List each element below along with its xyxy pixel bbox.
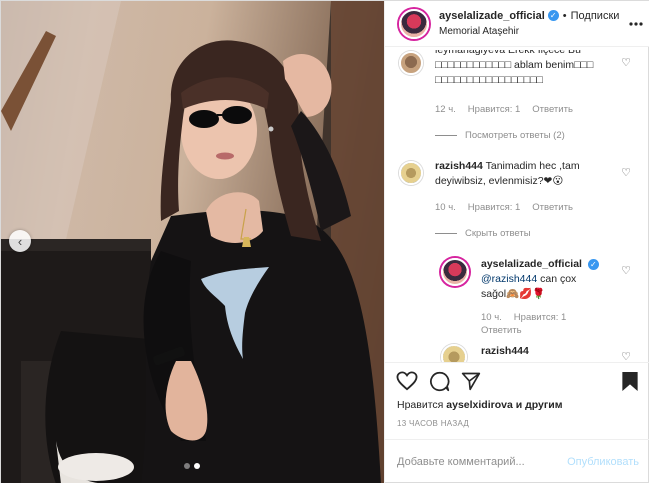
post-photo[interactable]: ‹ <box>1 1 384 483</box>
following-button[interactable]: Подписки <box>571 9 620 23</box>
separator-dot: • <box>562 9 567 22</box>
reply-avatar[interactable] <box>441 344 467 362</box>
verified-badge-icon: ✓ <box>587 259 599 270</box>
share-button[interactable] <box>461 371 481 396</box>
toggle-line <box>435 233 457 234</box>
reply-likes[interactable]: Нравится: 1 <box>514 312 566 323</box>
comment-avatar[interactable] <box>399 51 423 75</box>
comment-line: deyiwibsiz, evlenmisiz?❤😮 <box>435 175 564 187</box>
likes-user-link[interactable]: ayselxidirova <box>446 399 513 411</box>
comment-likes[interactable]: Нравится: 1 <box>468 104 520 115</box>
save-button[interactable] <box>621 371 639 397</box>
comment-button[interactable] <box>429 371 450 397</box>
comment-line: □□□□□□□□□□□□□□□□□ <box>435 74 543 86</box>
reply-username[interactable]: ayselalizade_official <box>481 258 582 270</box>
like-button[interactable] <box>396 371 418 396</box>
view-replies-label: Посмотреть ответы (2) <box>465 130 565 141</box>
reply-text: ayselalizade_official ✓ @razish444 can ç… <box>481 257 621 302</box>
likes-others-link[interactable]: и другим <box>516 399 563 411</box>
comment-icon <box>430 371 450 392</box>
comment-meta: 12 ч. Нравится: 1 Ответить <box>435 104 573 115</box>
comment-text: leymanaglyeva Erekk Ilçece Bu □□□□□□□□□□… <box>435 50 635 92</box>
more-options-button[interactable] <box>629 13 643 29</box>
share-icon <box>461 372 481 391</box>
reply-meta: 10 ч. Нравится: 1 Ответить <box>481 312 611 336</box>
post-side-panel: ayselalizade_official ✓ • Подписки Memor… <box>384 1 649 483</box>
reply-button[interactable]: Ответить <box>481 325 522 336</box>
comment-avatar[interactable] <box>399 161 423 185</box>
comment-like-icon[interactable]: ♡ <box>621 166 631 179</box>
avatar[interactable] <box>399 8 429 39</box>
header-text: ayselalizade_official ✓ • Подписки Memor… <box>439 9 619 39</box>
hide-replies-label: Скрыть ответы <box>465 228 531 239</box>
comment-reply-button[interactable]: Ответить <box>532 202 573 213</box>
reply-time[interactable]: 10 ч. <box>481 312 502 323</box>
comment-body: Tanimadim hec ,tam <box>485 160 580 172</box>
comment-line: □□□□□□□□□□□□ ablam benim□□□ <box>435 59 594 71</box>
header-user-line: ayselalizade_official ✓ • Подписки <box>439 9 619 23</box>
comment-likes[interactable]: Нравится: 1 <box>468 202 520 213</box>
reply-avatar[interactable] <box>441 258 469 286</box>
photo-illustration <box>1 1 384 483</box>
view-replies-toggle[interactable]: Посмотреть ответы (2) <box>435 130 565 141</box>
publish-button[interactable]: Опубликовать <box>567 456 639 468</box>
reply-text: razish444 <box>481 344 529 359</box>
likes-prefix: Нравится <box>397 399 444 411</box>
add-comment-bar: Опубликовать <box>385 439 649 483</box>
reply-like-icon[interactable]: ♡ <box>621 264 631 277</box>
verified-badge-icon: ✓ <box>547 10 559 21</box>
reply-username[interactable]: razish444 <box>481 345 529 357</box>
reply-mention[interactable]: @razish444 <box>481 273 537 285</box>
reply-body: can çox <box>537 273 577 285</box>
comment-meta: 10 ч. Нравится: 1 Ответить <box>435 202 573 213</box>
comment-line: leymanaglyeva Erekk Ilçece Bu <box>435 50 581 56</box>
chevron-left-icon: ‹ <box>17 233 23 249</box>
reply-like-icon[interactable]: ♡ <box>621 350 631 362</box>
post-header: ayselalizade_official ✓ • Подписки Memor… <box>385 1 649 47</box>
comment-reply-button[interactable]: Ответить <box>532 104 573 115</box>
instagram-post: ‹ ayselalizade_official ✓ • Подписки Mem… <box>0 0 649 483</box>
header-username[interactable]: ayselalizade_official <box>439 9 545 23</box>
comment-input[interactable] <box>397 455 568 468</box>
likes-summary: Нравится ayselxidirova и другим <box>397 399 562 411</box>
comments-list[interactable]: leymanaglyeva Erekk Ilçece Bu □□□□□□□□□□… <box>385 48 649 362</box>
location-link[interactable]: Memorial Ataşehir <box>439 25 619 39</box>
carousel-prev-button[interactable]: ‹ <box>9 230 31 252</box>
hide-replies-toggle[interactable]: Скрыть ответы <box>435 228 531 239</box>
bookmark-icon <box>622 371 638 392</box>
heart-icon <box>396 371 418 391</box>
comment-text: razish444 Tanimadim hec ,tam deyiwibsiz,… <box>435 159 625 189</box>
post-timestamp[interactable]: 13 часов назад <box>397 419 469 428</box>
comment-like-icon[interactable]: ♡ <box>621 56 631 69</box>
carousel-dot <box>184 463 190 469</box>
carousel-dot-active <box>194 463 200 469</box>
comment-username[interactable]: razish444 <box>435 160 483 172</box>
carousel-indicator <box>184 463 200 469</box>
comment-time[interactable]: 10 ч. <box>435 202 456 213</box>
post-actions <box>385 362 649 399</box>
reply-line: sağol🙈💋🌹 <box>481 288 546 300</box>
more-icon <box>629 22 643 26</box>
toggle-line <box>435 135 457 136</box>
comment-time[interactable]: 12 ч. <box>435 104 456 115</box>
